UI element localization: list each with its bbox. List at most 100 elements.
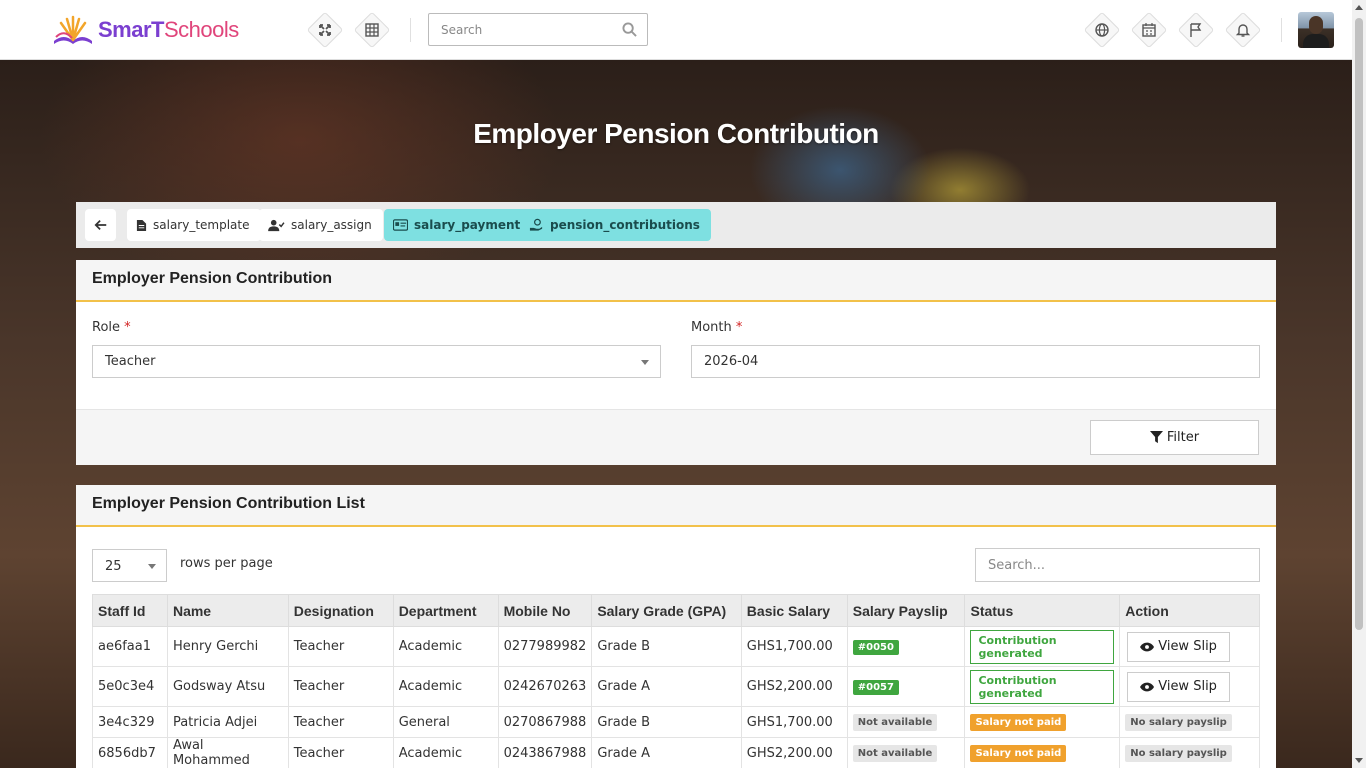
book-logo-icon	[50, 13, 96, 47]
no-payslip-badge: No salary payslip	[1125, 713, 1232, 731]
filter-panel-title: Employer Pension Contribution	[76, 260, 1276, 302]
col-name[interactable]: Name	[166, 594, 289, 627]
col-basic-salary[interactable]: Basic Salary	[740, 594, 848, 627]
eye-icon	[1140, 682, 1155, 691]
notifications-button[interactable]	[1224, 11, 1262, 49]
cell-basic-salary: GHS2,200.00	[740, 737, 848, 768]
brand-logo[interactable]: SmarTSchools	[50, 12, 239, 48]
cell-grade: Grade A	[591, 737, 742, 768]
tab-label: salary_template	[153, 218, 250, 232]
cell-department: General	[392, 706, 499, 738]
hand-coin-icon	[529, 218, 543, 231]
cell-grade: Grade B	[591, 706, 742, 738]
arrow-left-icon	[94, 220, 106, 230]
cell-department: Academic	[392, 737, 499, 768]
tab-pension-contributions[interactable]: pension_contributions	[520, 209, 711, 241]
cell-grade: Grade A	[591, 666, 742, 707]
payslip-badge: Not available	[852, 744, 938, 762]
cell-department: Academic	[392, 626, 499, 667]
table-row: 6856db7 Awal Mohammed Teacher Academic 0…	[92, 737, 1260, 768]
user-avatar[interactable]	[1298, 12, 1334, 48]
filter-panel-footer: Filter	[76, 409, 1276, 465]
payslip-badge[interactable]: #0057	[852, 679, 899, 695]
cell-mobile: 0243867988	[497, 737, 593, 768]
payslip-badge[interactable]: #0050	[852, 639, 899, 655]
role-label: Role *	[92, 320, 131, 335]
apps-grid-button[interactable]	[353, 11, 391, 49]
col-staff-id[interactable]: Staff Id	[92, 594, 168, 627]
search-icon[interactable]	[622, 22, 637, 37]
cell-designation: Teacher	[287, 706, 394, 738]
cell-action: View Slip	[1119, 666, 1260, 707]
col-payslip[interactable]: Salary Payslip	[846, 594, 966, 627]
cell-mobile: 0242670263	[497, 666, 593, 707]
tab-label: salary_payment	[414, 218, 521, 232]
tab-salary-payment[interactable]: salary_payment	[384, 209, 532, 241]
col-designation[interactable]: Designation	[287, 594, 394, 627]
cell-payslip: Not available	[846, 737, 966, 768]
col-grade[interactable]: Salary Grade (GPA)	[591, 594, 742, 627]
cell-mobile: 0277989982	[497, 626, 593, 667]
tab-label: pension_contributions	[550, 218, 700, 232]
cell-status: Contribution generated	[964, 626, 1121, 667]
cell-designation: Teacher	[287, 626, 394, 667]
status-badge: Contribution generated	[970, 629, 1115, 664]
cell-mobile: 0270867988	[497, 706, 593, 738]
status-badge: Salary not paid	[970, 744, 1067, 762]
back-button[interactable]	[85, 209, 116, 241]
cell-name: Patricia Adjei	[166, 706, 289, 738]
view-slip-label: View Slip	[1158, 639, 1217, 654]
filter-button[interactable]: Filter	[1090, 420, 1259, 455]
role-label-text: Role	[92, 320, 121, 335]
global-search[interactable]	[428, 13, 648, 46]
filter-panel: Employer Pension Contribution Role * Tea…	[76, 260, 1276, 465]
col-status[interactable]: Status	[964, 594, 1121, 627]
expand-icon	[319, 24, 331, 36]
calendar-icon	[1142, 23, 1156, 37]
cell-basic-salary: GHS2,200.00	[740, 666, 848, 707]
list-panel-title: Employer Pension Contribution List	[76, 485, 1276, 527]
rows-per-page-value: 25	[105, 559, 122, 574]
global-search-input[interactable]	[429, 14, 609, 45]
chevron-down-icon	[148, 564, 156, 569]
brand-part-1: SmarT	[98, 17, 164, 42]
tab-salary-assign[interactable]: salary_assign	[259, 209, 383, 241]
col-department[interactable]: Department	[392, 594, 499, 627]
month-label-text: Month	[691, 320, 732, 335]
rows-per-page-select[interactable]: 25	[92, 549, 167, 582]
month-label: Month *	[691, 320, 742, 335]
rows-per-page-label: rows per page	[180, 556, 273, 571]
status-badge: Contribution generated	[970, 669, 1115, 704]
no-payslip-badge: No salary payslip	[1125, 744, 1232, 762]
table-row: 3e4c329 Patricia Adjei Teacher General 0…	[92, 706, 1260, 738]
brand-name: SmarTSchools	[98, 17, 239, 43]
calendar-button[interactable]	[1130, 11, 1168, 49]
scroll-up-arrow-icon[interactable]	[1355, 5, 1363, 10]
table-search[interactable]	[975, 548, 1260, 582]
page-scrollbar[interactable]	[1352, 0, 1366, 768]
view-slip-button[interactable]: View Slip	[1127, 671, 1230, 702]
pension-table: Staff Id Name Designation Department Mob…	[92, 594, 1260, 768]
month-input[interactable]: 2026-04	[691, 345, 1260, 378]
view-slip-button[interactable]: View Slip	[1127, 631, 1230, 662]
fullscreen-button[interactable]	[306, 11, 344, 49]
cell-basic-salary: GHS1,700.00	[740, 706, 848, 738]
cell-staff-id: 6856db7	[92, 737, 168, 768]
col-mobile[interactable]: Mobile No	[497, 594, 593, 627]
scrollbar-thumb[interactable]	[1355, 18, 1363, 630]
globe-icon	[1095, 23, 1109, 37]
table-search-input[interactable]	[976, 549, 1259, 581]
cell-status: Salary not paid	[964, 706, 1121, 738]
cell-grade: Grade B	[591, 626, 742, 667]
tab-salary-template[interactable]: salary_template	[127, 209, 261, 241]
cell-name: Godsway Atsu	[166, 666, 289, 707]
language-button[interactable]	[1083, 11, 1121, 49]
cell-name: Awal Mohammed	[166, 737, 289, 768]
cell-staff-id: 3e4c329	[92, 706, 168, 738]
col-action[interactable]: Action	[1119, 594, 1260, 627]
role-select[interactable]: Teacher	[92, 345, 661, 378]
file-icon	[136, 219, 147, 231]
cell-payslip: #0050	[846, 626, 966, 667]
scroll-down-arrow-icon[interactable]	[1355, 758, 1363, 763]
flag-button[interactable]	[1177, 11, 1215, 49]
